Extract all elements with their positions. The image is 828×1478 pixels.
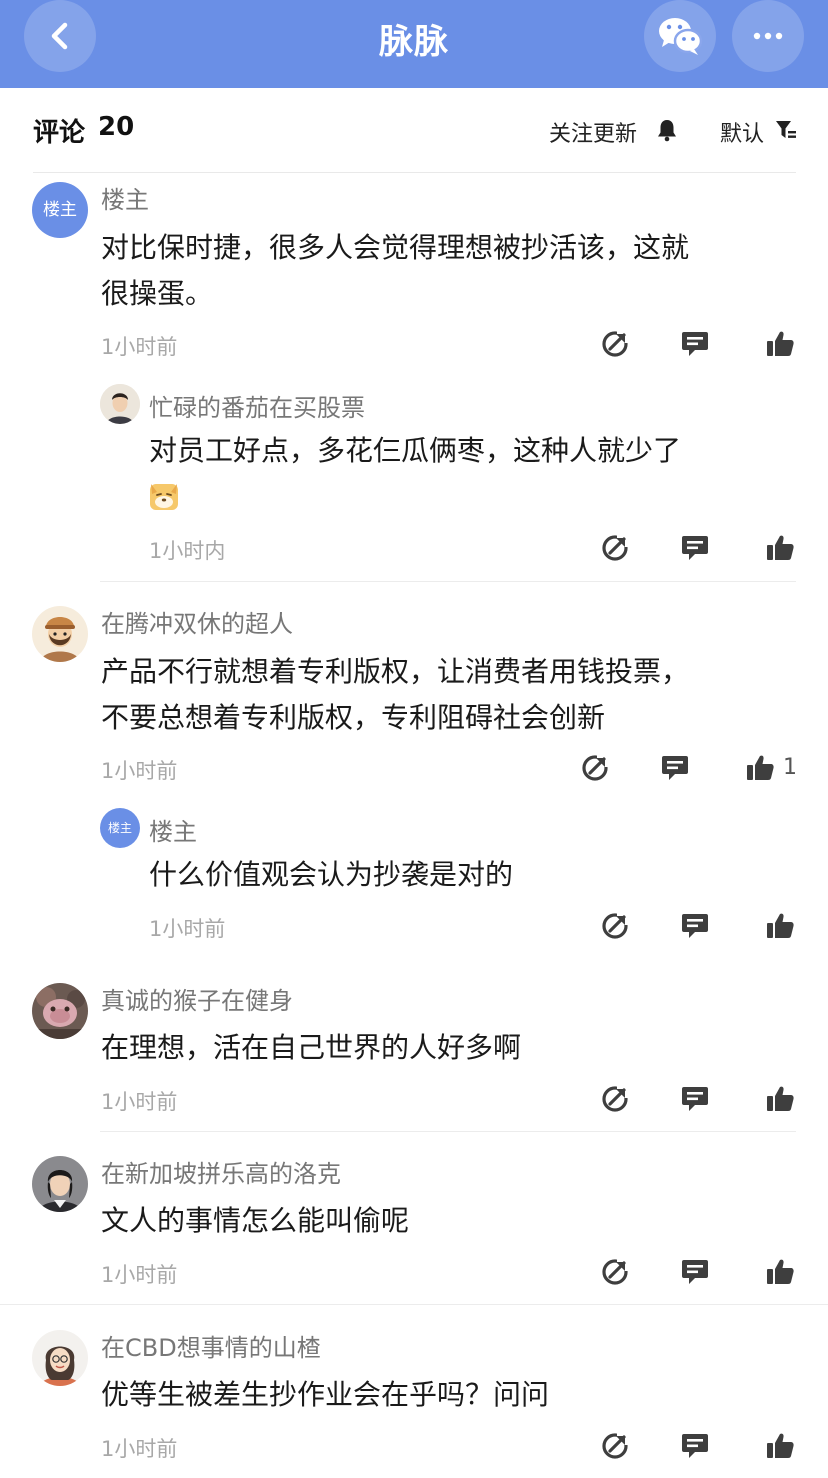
thumbs-up-icon[interactable] (765, 911, 795, 941)
reply-author[interactable]: 忙碌的番茄在买股票 (149, 388, 365, 423)
comment-text-line: 不要总想着专利版权，专利阻碍社会创新 (101, 701, 606, 734)
comment-time: 1小时前 (101, 1437, 178, 1461)
wechat-icon (659, 18, 703, 55)
bell-icon[interactable] (656, 118, 678, 142)
header-divider (33, 172, 796, 173)
top-nav-bar: 脉脉 (0, 0, 828, 88)
comment-text-line: 对比保时捷，很多人会觉得理想被抄活该，这就 (101, 231, 690, 264)
reply-text-line: 什么价值观会认为抄袭是对的 (149, 858, 514, 891)
reply-time: 1小时内 (149, 539, 226, 563)
more-dots-icon (753, 32, 783, 40)
more-button[interactable] (732, 0, 804, 72)
avatar[interactable]: 楼主 (100, 808, 140, 848)
share-icon[interactable] (600, 329, 630, 359)
filter-icon[interactable] (775, 119, 797, 141)
wechat-share-button[interactable] (644, 0, 716, 72)
comment-time: 1小时前 (101, 759, 178, 783)
comment-icon[interactable] (660, 753, 690, 783)
avatar[interactable] (100, 384, 140, 424)
avatar[interactable] (32, 1156, 88, 1212)
thumbs-up-icon[interactable] (765, 329, 795, 359)
avatar[interactable] (32, 606, 88, 662)
comment-time: 1小时前 (101, 1263, 178, 1287)
sort-default-button[interactable]: 默认 (720, 116, 764, 148)
reply-text-line: 对员工好点，多花仨瓜俩枣，这种人就少了 (149, 434, 682, 467)
comment-text-line: 文人的事情怎么能叫偷呢 (101, 1204, 410, 1237)
comment-author[interactable]: 真诚的猴子在健身 (101, 981, 293, 1016)
comment-time: 1小时前 (101, 335, 178, 359)
comment-text-line: 产品不行就想着专利版权，让消费者用钱投票， (101, 655, 690, 688)
share-icon[interactable] (600, 911, 630, 941)
comment-divider (0, 1304, 828, 1305)
share-icon[interactable] (600, 533, 630, 563)
thumbs-up-icon[interactable] (765, 533, 795, 563)
comment-icon[interactable] (680, 1431, 710, 1461)
comment-icon[interactable] (680, 329, 710, 359)
comment-icon[interactable] (680, 533, 710, 563)
dog-emoji-icon (150, 484, 178, 510)
comment-text-line: 优等生被差生抄作业会在乎吗？问问 (101, 1378, 550, 1411)
comments-count: 20 (98, 112, 135, 142)
comment-text-line: 很操蛋。 (101, 277, 214, 310)
comment-text-line: 在理想，活在自己世界的人好多啊 (101, 1031, 522, 1064)
comment-author[interactable]: 在新加坡拼乐高的洛克 (101, 1154, 341, 1189)
comment-divider (100, 1131, 796, 1132)
share-icon[interactable] (600, 1431, 630, 1461)
comment-author[interactable]: 楼主 (101, 180, 149, 215)
comment-author[interactable]: 在腾冲双休的超人 (101, 604, 293, 639)
thumbs-up-icon[interactable] (745, 753, 775, 783)
comment-author[interactable]: 在CBD想事情的山楂 (101, 1328, 321, 1363)
reply-time: 1小时前 (149, 917, 226, 941)
avatar[interactable] (32, 983, 88, 1039)
share-icon[interactable] (600, 1257, 630, 1287)
like-count: 1 (783, 755, 797, 780)
reply-author[interactable]: 楼主 (149, 812, 197, 847)
comment-icon[interactable] (680, 911, 710, 941)
comment-icon[interactable] (680, 1084, 710, 1114)
thumbs-up-icon[interactable] (765, 1257, 795, 1287)
thumbs-up-icon[interactable] (765, 1431, 795, 1461)
thumbs-up-icon[interactable] (765, 1084, 795, 1114)
avatar[interactable] (32, 1330, 88, 1386)
comments-label: 评论 (33, 118, 86, 148)
share-icon[interactable] (600, 1084, 630, 1114)
comment-time: 1小时前 (101, 1090, 178, 1114)
comments-header: 评论 20 关注更新 默认 (0, 88, 828, 172)
share-icon[interactable] (580, 753, 610, 783)
follow-updates-button[interactable]: 关注更新 (549, 116, 637, 148)
comment-icon[interactable] (680, 1257, 710, 1287)
comment-divider (100, 581, 796, 582)
avatar[interactable]: 楼主 (32, 182, 88, 238)
